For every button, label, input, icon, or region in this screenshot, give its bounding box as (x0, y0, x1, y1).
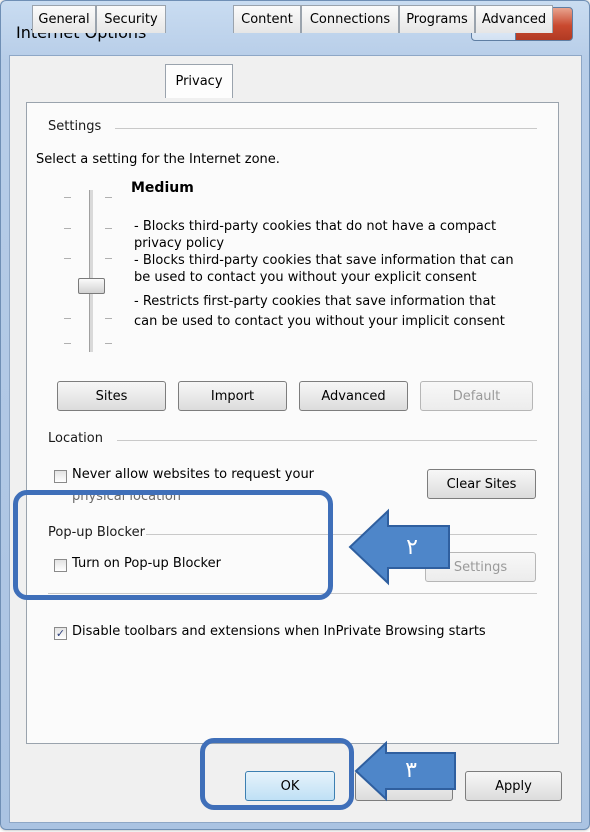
privacy-desc-line: be used to contact you without your expl… (134, 270, 477, 285)
apply-button[interactable]: Apply (465, 771, 562, 801)
slider-tick (64, 228, 71, 229)
tab-security[interactable]: Security (96, 5, 166, 33)
privacy-desc-line: - Blocks third-party cookies that do not… (134, 219, 497, 234)
settings-divider (115, 128, 537, 129)
slider-tick (105, 258, 112, 259)
ok-highlight-box (200, 738, 354, 810)
tab-programs[interactable]: Programs (399, 5, 475, 33)
never-allow-location-label: Never allow websites to request your (72, 467, 315, 482)
clear-sites-button[interactable]: Clear Sites (427, 469, 536, 499)
privacy-desc-line: can be used to contact you without your … (134, 314, 505, 329)
privacy-desc-line: - Blocks third-party cookies that save i… (134, 253, 514, 268)
location-divider (117, 440, 537, 441)
privacy-desc-line: privacy policy (134, 236, 225, 251)
tab-connections[interactable]: Connections (301, 5, 399, 33)
slider-tick (105, 343, 112, 344)
default-button[interactable]: Default (420, 381, 533, 411)
sites-button[interactable]: Sites (57, 381, 166, 411)
popup-highlight-box (13, 490, 333, 600)
slider-tick (64, 197, 71, 198)
privacy-slider-thumb[interactable] (78, 278, 105, 294)
zone-intro-text: Select a setting for the Internet zone. (36, 152, 280, 167)
slider-tick (105, 197, 112, 198)
tab-privacy[interactable]: Privacy (165, 64, 233, 98)
tab-content[interactable]: Content (233, 5, 301, 33)
slider-tick (105, 318, 112, 319)
import-button[interactable]: Import (178, 381, 287, 411)
settings-group-title: Settings (48, 119, 102, 134)
privacy-slider-track[interactable] (89, 190, 93, 352)
tab-general[interactable]: General (32, 5, 96, 33)
step-2-label: ٢ (406, 534, 418, 560)
disable-toolbars-label: Disable toolbars and extensions when InP… (72, 624, 486, 639)
advanced-button[interactable]: Advanced (299, 381, 408, 411)
never-allow-location-checkbox[interactable] (54, 470, 67, 483)
slider-tick (105, 228, 112, 229)
slider-tick (64, 343, 71, 344)
disable-toolbars-checkbox[interactable]: ✓ (54, 627, 67, 640)
location-group-title: Location (48, 431, 103, 446)
privacy-desc-line: - Restricts first-party cookies that sav… (134, 294, 496, 309)
slider-tick (64, 258, 71, 259)
privacy-level-title: Medium (131, 180, 194, 196)
privacy-tab-page (26, 102, 559, 744)
tab-advanced[interactable]: Advanced (475, 5, 553, 33)
slider-tick (64, 318, 71, 319)
step-3-label: ٣ (405, 757, 417, 783)
